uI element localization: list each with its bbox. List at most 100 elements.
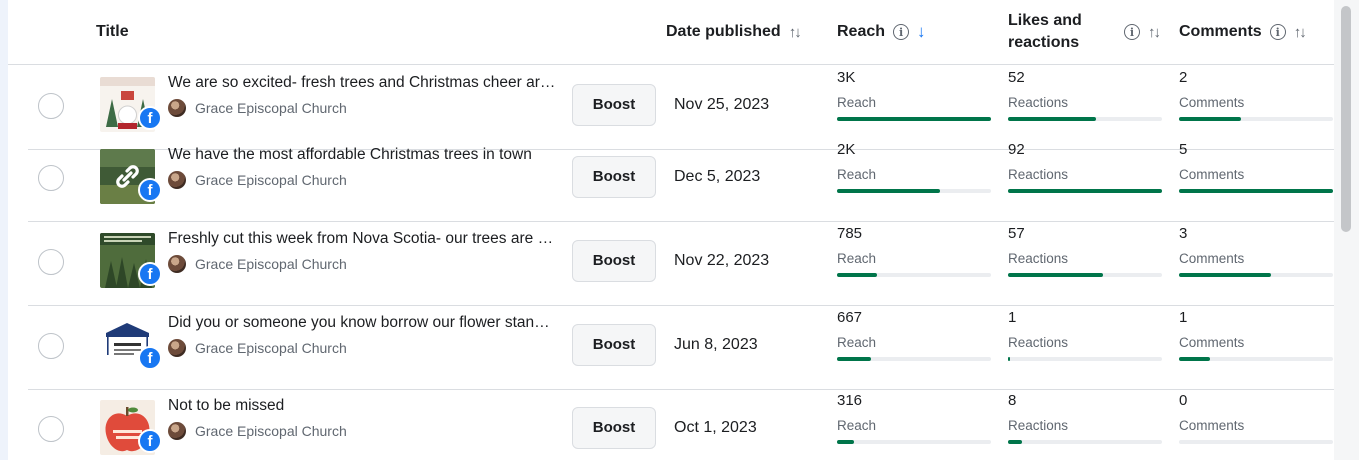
metric-label: Reach bbox=[837, 335, 877, 350]
boost-button[interactable]: Boost bbox=[572, 324, 656, 366]
page-avatar bbox=[168, 99, 186, 117]
likes-header-icons[interactable]: i ↑↓ bbox=[1116, 0, 1161, 64]
metric-bar-track bbox=[1179, 440, 1333, 444]
post-title[interactable]: Did you or someone you know borrow our f… bbox=[168, 312, 556, 334]
row-select-radio[interactable] bbox=[38, 333, 64, 359]
metric-label: Comments bbox=[1179, 251, 1245, 266]
sort-icon[interactable]: ↑↓ bbox=[1148, 24, 1161, 41]
metric-comments: 0 Comments bbox=[1179, 388, 1333, 460]
facebook-icon: f bbox=[138, 262, 162, 286]
metric-label: Comments bbox=[1179, 95, 1245, 110]
metric-label: Reach bbox=[837, 167, 877, 182]
metric-reach: 667 Reach bbox=[837, 305, 991, 389]
facebook-icon: f bbox=[138, 178, 162, 202]
facebook-icon: f bbox=[138, 429, 162, 453]
boost-button[interactable]: Boost bbox=[572, 84, 656, 126]
column-header-date-published[interactable]: Date published ↑↓ bbox=[666, 0, 802, 64]
metric-label: Comments bbox=[1179, 167, 1245, 182]
metric-bar-track bbox=[1008, 273, 1162, 277]
boost-button[interactable]: Boost bbox=[572, 240, 656, 282]
row-select-radio[interactable] bbox=[38, 249, 64, 275]
info-icon[interactable]: i bbox=[893, 24, 910, 40]
metric-reactions: 8 Reactions bbox=[1008, 388, 1162, 460]
metric-label: Comments bbox=[1179, 335, 1245, 350]
metric-bar-track bbox=[1179, 189, 1333, 193]
metric-value: 0 bbox=[1179, 392, 1188, 409]
date-published: Nov 22, 2023 bbox=[674, 252, 770, 269]
table-row[interactable]: f We have the most affordable Christmas t… bbox=[28, 137, 1334, 222]
post-title[interactable]: Freshly cut this week from Nova Scotia- … bbox=[168, 228, 556, 250]
metric-label: Reach bbox=[837, 418, 877, 433]
metric-bar-track bbox=[1179, 357, 1333, 361]
metric-bar-track bbox=[837, 440, 991, 444]
row-select-radio[interactable] bbox=[38, 416, 64, 442]
date-published: Nov 25, 2023 bbox=[674, 96, 770, 113]
metric-label: Reactions bbox=[1008, 251, 1069, 266]
metric-label: Reactions bbox=[1008, 335, 1069, 350]
column-header-likes-and-reactions[interactable]: Likes and reactions bbox=[1008, 0, 1082, 64]
metric-value: 2K bbox=[837, 141, 856, 158]
sort-icon[interactable]: ↑↓ bbox=[789, 24, 802, 41]
metric-bar-fill bbox=[837, 117, 991, 121]
column-header-reach[interactable]: Reach i ↓ bbox=[837, 0, 926, 64]
page-name: Grace Episcopal Church bbox=[195, 256, 347, 272]
metric-value: 2 bbox=[1179, 69, 1188, 86]
info-icon[interactable]: i bbox=[1124, 24, 1140, 40]
metric-label: Reactions bbox=[1008, 95, 1069, 110]
metric-reactions: 1 Reactions bbox=[1008, 305, 1162, 389]
metric-value: 1 bbox=[1179, 309, 1188, 326]
date-published: Dec 5, 2023 bbox=[674, 168, 761, 185]
metric-bar-fill bbox=[1008, 117, 1096, 121]
metric-value: 667 bbox=[837, 309, 863, 326]
metric-reactions: 92 Reactions bbox=[1008, 137, 1162, 221]
metric-value: 785 bbox=[837, 225, 863, 242]
post-title[interactable]: Not to be missed bbox=[168, 395, 556, 417]
facebook-icon: f bbox=[138, 106, 162, 130]
metric-bar-fill bbox=[1008, 440, 1022, 444]
table-row[interactable]: f Did you or someone you know borrow our … bbox=[28, 305, 1334, 390]
table-row[interactable]: f Not to be missed Grace Episcopal Church B… bbox=[28, 388, 1334, 460]
metric-bar-fill bbox=[1179, 189, 1333, 193]
column-header-comments[interactable]: Comments i ↑↓ bbox=[1179, 0, 1307, 64]
date-published: Jun 8, 2023 bbox=[674, 336, 758, 353]
info-icon[interactable]: i bbox=[1269, 24, 1286, 40]
metric-label: Comments bbox=[1179, 418, 1245, 433]
vertical-scrollbar[interactable] bbox=[1334, 0, 1359, 460]
metric-bar-track bbox=[837, 357, 991, 361]
metric-label: Reactions bbox=[1008, 418, 1069, 433]
metric-bar-fill bbox=[1008, 189, 1162, 193]
date-published: Oct 1, 2023 bbox=[674, 419, 757, 436]
metric-value: 52 bbox=[1008, 69, 1025, 86]
page-avatar bbox=[168, 255, 186, 273]
metric-value: 3K bbox=[837, 69, 856, 86]
metric-reach: 785 Reach bbox=[837, 221, 991, 305]
metric-comments: 3 Comments bbox=[1179, 221, 1333, 305]
row-select-radio[interactable] bbox=[38, 165, 64, 191]
metric-reach: 2K Reach bbox=[837, 137, 991, 221]
metric-label: Reach bbox=[837, 95, 877, 110]
sort-descending-icon[interactable]: ↓ bbox=[917, 22, 926, 42]
metric-bar-track bbox=[1008, 189, 1162, 193]
table-header: Title Date published ↑↓ Reach i ↓ Likes … bbox=[8, 0, 1334, 65]
metric-bar-fill bbox=[1179, 357, 1210, 361]
metric-bar-fill bbox=[837, 440, 854, 444]
metric-value: 5 bbox=[1179, 141, 1188, 158]
post-title[interactable]: We have the most affordable Christmas tr… bbox=[168, 144, 556, 166]
post-title[interactable]: We are so excited- fresh trees and Chris… bbox=[168, 72, 556, 94]
scrollbar-thumb[interactable] bbox=[1341, 6, 1351, 232]
metric-bar-track bbox=[1008, 357, 1162, 361]
metric-value: 8 bbox=[1008, 392, 1017, 409]
metric-bar-track bbox=[1008, 117, 1162, 121]
metric-bar-track bbox=[837, 273, 991, 277]
boost-button[interactable]: Boost bbox=[572, 156, 656, 198]
row-select-radio[interactable] bbox=[38, 93, 64, 119]
metric-reactions: 57 Reactions bbox=[1008, 221, 1162, 305]
table-row[interactable]: f Freshly cut this week from Nova Scotia-… bbox=[28, 221, 1334, 306]
sort-icon[interactable]: ↑↓ bbox=[1294, 24, 1307, 41]
metric-bar-track bbox=[837, 189, 991, 193]
metric-value: 92 bbox=[1008, 141, 1025, 158]
page-avatar bbox=[168, 171, 186, 189]
metric-bar-track bbox=[1179, 273, 1333, 277]
boost-button[interactable]: Boost bbox=[572, 407, 656, 449]
metric-bar-track bbox=[1179, 117, 1333, 121]
